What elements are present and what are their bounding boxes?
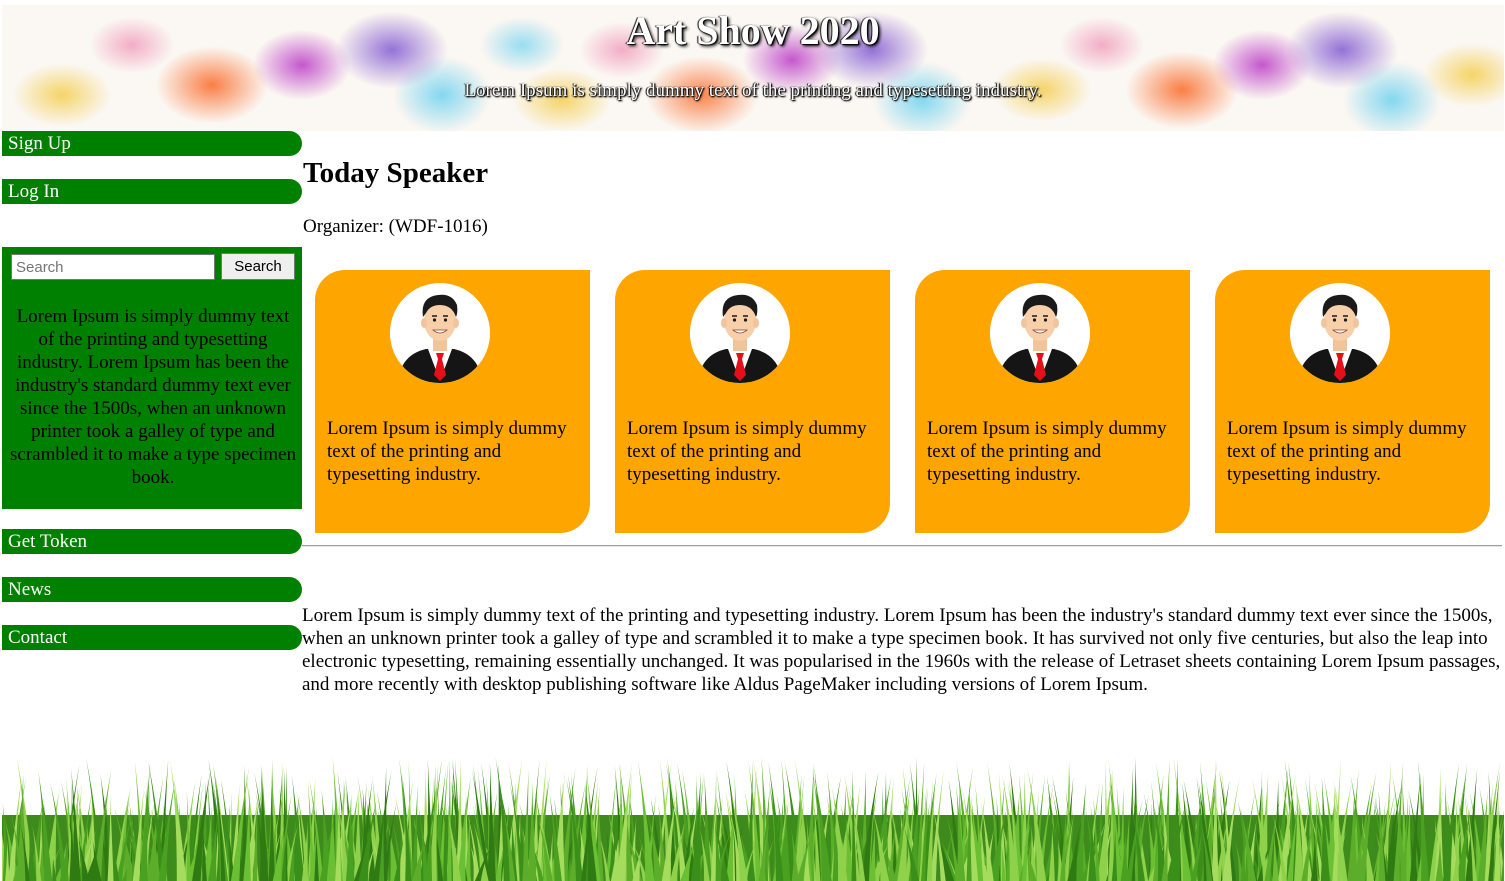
- nav-contact[interactable]: Contact: [2, 625, 302, 650]
- sidebar-search-panel: Search Lorem Ipsum is simply dummy text …: [2, 247, 302, 509]
- nav-log-in[interactable]: Log In: [2, 179, 302, 204]
- speaker-card-text: Lorem Ipsum is simply dummy text of the …: [1227, 418, 1467, 485]
- nav-news[interactable]: News: [2, 577, 302, 602]
- search-input[interactable]: [11, 254, 215, 280]
- grass-icon: [2, 756, 1504, 881]
- nav-get-token[interactable]: Get Token: [2, 529, 302, 554]
- horizontal-divider: [302, 545, 1502, 547]
- speaker-card-text: Lorem Ipsum is simply dummy text of the …: [627, 418, 867, 485]
- businessman-avatar-icon: [990, 283, 1090, 383]
- speaker-card: Lorem Ipsum is simply dummy text of the …: [615, 270, 890, 533]
- page-title: Today Speaker: [303, 157, 489, 189]
- speaker-card: Lorem Ipsum is simply dummy text of the …: [315, 270, 590, 533]
- grass-footer-image: [2, 755, 1504, 881]
- speaker-card-text: Lorem Ipsum is simply dummy text of the …: [327, 418, 567, 485]
- organizer-label: Organizer: (WDF-1016): [303, 216, 488, 237]
- businessman-avatar-icon: [1290, 283, 1390, 383]
- sidebar-description: Lorem Ipsum is simply dummy text of the …: [10, 306, 296, 488]
- speaker-card: Lorem Ipsum is simply dummy text of the …: [1215, 270, 1490, 533]
- speaker-card: Lorem Ipsum is simply dummy text of the …: [915, 270, 1190, 533]
- speaker-card-text: Lorem Ipsum is simply dummy text of the …: [927, 418, 1167, 485]
- search-button[interactable]: Search: [221, 253, 295, 280]
- header-banner: Art Show 2020 Lorem Ipsum is simply dumm…: [2, 5, 1504, 131]
- site-title: Art Show 2020: [626, 8, 880, 53]
- businessman-avatar-icon: [690, 283, 790, 383]
- main-body-text: Lorem Ipsum is simply dummy text of the …: [302, 605, 1501, 695]
- site-subtitle: Lorem Ipsum is simply dummy text of the …: [2, 79, 1504, 103]
- site-subtitle-text: Lorem Ipsum is simply dummy text of the …: [464, 80, 1042, 101]
- nav-sign-up[interactable]: Sign Up: [2, 131, 302, 156]
- businessman-avatar-icon: [390, 283, 490, 383]
